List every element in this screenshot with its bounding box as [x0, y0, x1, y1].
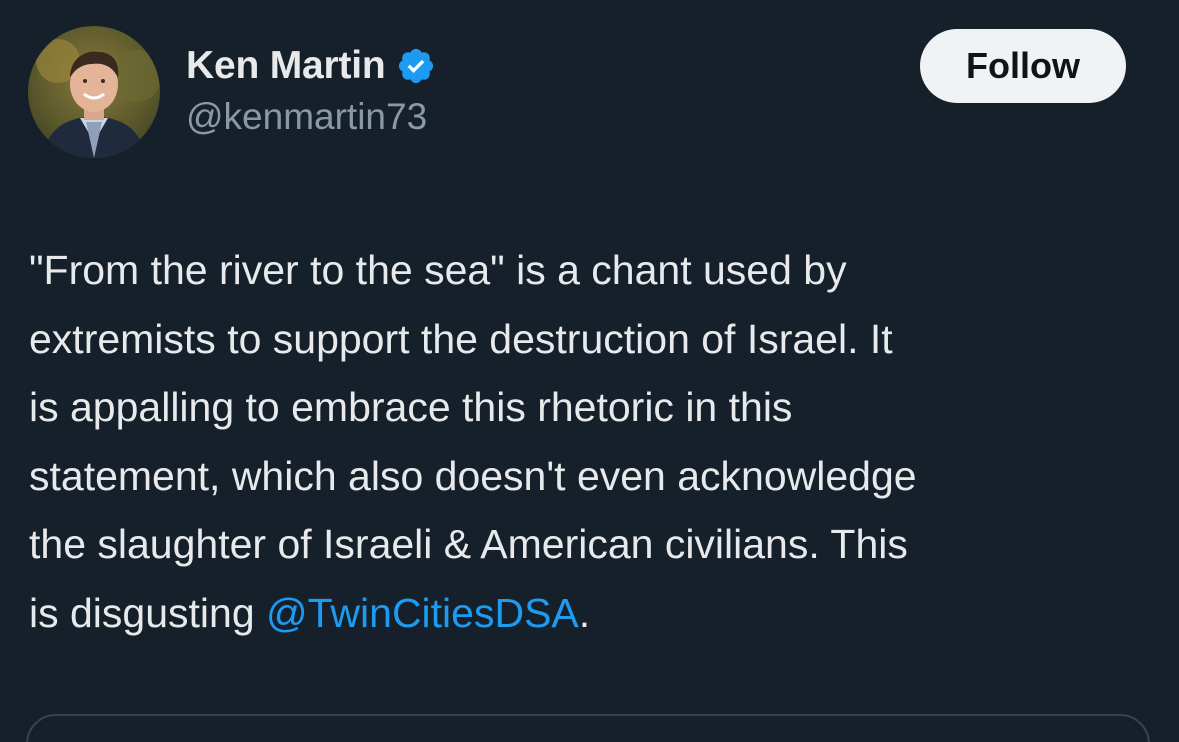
tweet-text-line: statement, which also doesn't even ackno…	[29, 452, 917, 499]
user-handle[interactable]: @kenmartin73	[186, 96, 436, 138]
quoted-tweet-card[interactable]	[26, 714, 1150, 742]
tweet-card: Ken Martin @kenmartin73 Follow "From the…	[0, 0, 1179, 742]
tweet-text-line: extremists to support the destruction of…	[29, 315, 893, 362]
avatar-photo	[28, 26, 160, 158]
display-name[interactable]: Ken Martin	[186, 44, 386, 88]
author-info: Ken Martin @kenmartin73	[186, 40, 436, 138]
tweet-text-line: is appalling to embrace this rhetoric in…	[29, 384, 793, 430]
tweet-text-segment: is disgusting	[29, 589, 267, 636]
tweet-text-line: the slaughter of Israeli & American civi…	[29, 521, 908, 567]
tweet-text: "From the river to the sea" is a chant u…	[29, 236, 1154, 647]
tweet-text-segment: .	[578, 589, 591, 636]
tweet-text-last-line: is disgusting @TwinCitiesDSA.	[29, 579, 1154, 648]
follow-button[interactable]: Follow	[920, 29, 1126, 103]
tweet-text-line: "From the river to the sea" is a chant u…	[29, 247, 847, 293]
avatar[interactable]	[28, 26, 160, 158]
name-row: Ken Martin	[186, 40, 436, 92]
mention-link[interactable]: @TwinCitiesDSA	[266, 590, 579, 636]
verified-badge-icon	[396, 46, 436, 86]
